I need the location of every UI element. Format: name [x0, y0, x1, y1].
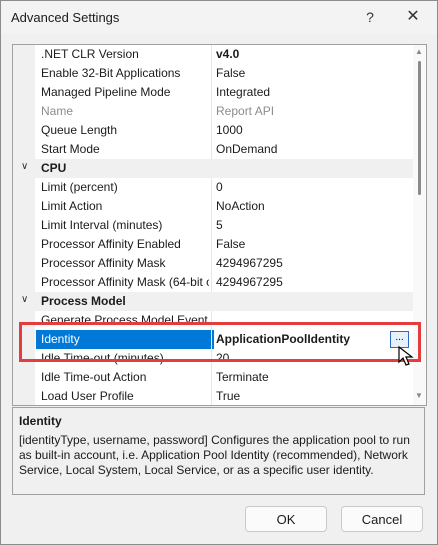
column-divider[interactable]	[211, 140, 212, 159]
ok-button[interactable]: OK	[245, 506, 327, 532]
mouse-cursor-icon	[398, 345, 414, 366]
property-row[interactable]: Queue Length 1000	[13, 121, 413, 140]
property-value[interactable]: Integrated	[216, 85, 412, 99]
property-value[interactable]: 4294967295	[216, 275, 412, 289]
property-row[interactable]: Limit (percent) 0	[13, 178, 413, 197]
property-value[interactable]: Report API	[216, 104, 412, 118]
property-row[interactable]: Load User Profile True	[13, 387, 413, 405]
property-value[interactable]: False	[216, 237, 412, 251]
cancel-button[interactable]: Cancel	[341, 506, 423, 532]
category-row[interactable]: ∨ CPU	[13, 159, 413, 178]
column-divider[interactable]	[211, 254, 212, 273]
property-value[interactable]: v4.0	[216, 47, 412, 61]
property-row[interactable]: Name Report API	[13, 102, 413, 121]
identity-highlight-box	[19, 322, 421, 362]
property-row[interactable]: Processor Affinity Enabled False	[13, 235, 413, 254]
property-name: Processor Affinity Enabled	[41, 237, 181, 251]
property-value[interactable]: OnDemand	[216, 142, 412, 156]
title-bar: Advanced Settings ? ✕	[1, 1, 437, 34]
property-value[interactable]: 1000	[216, 123, 412, 137]
property-name: Queue Length	[41, 123, 118, 137]
scroll-up-icon[interactable]: ▲	[415, 47, 423, 56]
property-value[interactable]: 4294967295	[216, 256, 412, 270]
description-title: Identity	[19, 414, 62, 428]
column-divider[interactable]	[211, 197, 212, 216]
property-name: Limit Action	[41, 199, 103, 213]
column-divider[interactable]	[211, 121, 212, 140]
property-row[interactable]: .NET CLR Version v4.0	[13, 45, 413, 64]
chevron-down-icon[interactable]: ∨	[21, 161, 28, 172]
property-row[interactable]: Limit Action NoAction	[13, 197, 413, 216]
description-panel: Identity [identityType, username, passwo…	[12, 407, 425, 495]
category-label: Process Model	[41, 294, 126, 308]
property-name: Managed Pipeline Mode	[41, 85, 171, 99]
column-divider[interactable]	[211, 64, 212, 83]
property-row[interactable]: Idle Time-out Action Terminate	[13, 368, 413, 387]
property-name: Processor Affinity Mask	[41, 256, 166, 270]
property-name: Load User Profile	[41, 389, 134, 403]
property-row[interactable]: Processor Affinity Mask 4294967295	[13, 254, 413, 273]
column-divider[interactable]	[211, 273, 212, 292]
category-label: CPU	[41, 161, 67, 175]
advanced-settings-dialog: Advanced Settings ? ✕ .NET CLR Version v4…	[0, 0, 438, 545]
property-value[interactable]: NoAction	[216, 199, 412, 213]
property-name: Start Mode	[41, 142, 100, 156]
property-row[interactable]: Managed Pipeline Mode Integrated	[13, 83, 413, 102]
property-row[interactable]: Limit Interval (minutes) 5	[13, 216, 413, 235]
property-value[interactable]: 5	[216, 218, 412, 232]
property-row[interactable]: Start Mode OnDemand	[13, 140, 413, 159]
scroll-down-icon[interactable]: ▼	[415, 391, 423, 400]
chevron-down-icon[interactable]: ∨	[21, 294, 28, 305]
property-name: Limit Interval (minutes)	[41, 218, 163, 232]
property-name: Enable 32-Bit Applications	[41, 66, 181, 80]
column-divider[interactable]	[211, 216, 212, 235]
scrollbar-thumb[interactable]	[418, 61, 421, 195]
help-icon[interactable]: ?	[359, 6, 381, 28]
close-icon[interactable]: ✕	[401, 6, 425, 28]
column-divider[interactable]	[211, 45, 212, 64]
property-value[interactable]: True	[216, 389, 412, 403]
property-value[interactable]: Terminate	[216, 370, 412, 384]
category-row[interactable]: ∨ Process Model	[13, 292, 413, 311]
property-value[interactable]: 0	[216, 180, 412, 194]
property-row[interactable]: Processor Affinity Mask (64-bit o 4294967…	[13, 273, 413, 292]
dialog-title: Advanced Settings	[11, 10, 120, 25]
property-name: .NET CLR Version	[41, 47, 139, 61]
column-divider[interactable]	[211, 102, 212, 121]
property-name: Idle Time-out Action	[41, 370, 147, 384]
description-text: [identityType, username, password] Confi…	[19, 433, 410, 477]
property-name: Limit (percent)	[41, 180, 118, 194]
column-divider[interactable]	[211, 387, 212, 405]
column-divider[interactable]	[211, 368, 212, 387]
property-name: Name	[41, 104, 74, 118]
property-name: Processor Affinity Mask (64-bit o	[41, 275, 209, 289]
property-row[interactable]: Enable 32-Bit Applications False	[13, 64, 413, 83]
column-divider[interactable]	[211, 83, 212, 102]
column-divider[interactable]	[211, 235, 212, 254]
column-divider[interactable]	[211, 178, 212, 197]
property-value[interactable]: False	[216, 66, 412, 80]
